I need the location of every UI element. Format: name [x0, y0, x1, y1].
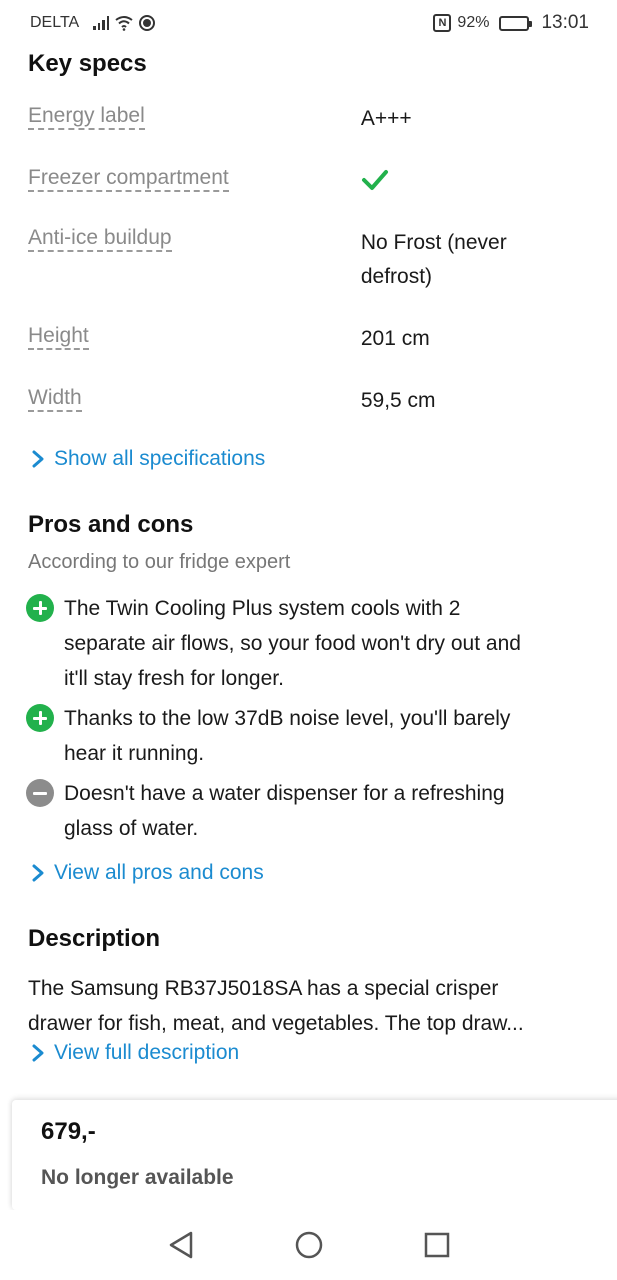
recents-button[interactable] [421, 1229, 453, 1261]
wifi-icon [115, 16, 133, 31]
spec-value-anti-ice: No Frost (never defrost) [361, 226, 588, 294]
spec-label-text[interactable]: Height [28, 324, 89, 350]
con-text-line: glass of water. [64, 817, 199, 840]
view-all-pros-cons-label[interactable]: View all pros and cons [54, 861, 264, 885]
con-item: Doesn't have a water dispenser for a ref… [26, 776, 596, 846]
recents-square-icon [424, 1232, 449, 1258]
spec-label-text[interactable]: Anti-ice buildup [28, 226, 172, 252]
spec-label-height[interactable]: Height [28, 324, 361, 354]
spec-label-width[interactable]: Width [28, 386, 361, 416]
description-line: drawer for fish, meat, and vegetables. T… [28, 1012, 524, 1035]
pros-cons-subtitle: According to our fridge expert [28, 551, 291, 573]
home-button[interactable] [293, 1229, 325, 1261]
minus-circle-icon [26, 779, 54, 807]
signal-icon [93, 16, 110, 30]
spec-row-height: Height 201 cm [28, 324, 588, 354]
show-all-specifications-link[interactable]: Show all specifications [30, 447, 265, 471]
back-button[interactable] [165, 1229, 197, 1261]
description-text: The Samsung RB37J5018SA has a special cr… [28, 971, 593, 1041]
clock: 13:01 [541, 12, 589, 33]
pro-text-line: The Twin Cooling Plus system cools with … [64, 597, 461, 620]
pro-text: Thanks to the low 37dB noise level, you'… [64, 701, 510, 771]
key-specs-title: Key specs [28, 50, 147, 77]
pro-text-line: hear it running. [64, 742, 205, 765]
chevron-right-icon [32, 450, 44, 468]
chevron-right-icon [32, 864, 44, 882]
check-icon [361, 170, 388, 190]
plus-circle-icon [26, 704, 54, 732]
spec-value-freezer [361, 166, 588, 205]
con-text: Doesn't have a water dispenser for a ref… [64, 776, 505, 846]
status-bar: DELTA N 92% 13:01 [0, 0, 617, 46]
spec-label-text[interactable]: Width [28, 386, 82, 412]
pro-text-line: Thanks to the low 37dB noise level, you'… [64, 707, 511, 730]
back-triangle-icon [169, 1231, 192, 1259]
plus-circle-icon [26, 594, 54, 622]
record-icon [139, 15, 156, 31]
battery-percent: 92% [457, 14, 490, 31]
chevron-right-icon [32, 1044, 44, 1062]
spec-value-height: 201 cm [360, 327, 430, 350]
pro-text-line: it'll stay fresh for longer. [64, 667, 284, 690]
carrier-label: DELTA [30, 14, 80, 31]
status-right: N 92% 13:01 [433, 12, 589, 34]
pro-item: Thanks to the low 37dB noise level, you'… [26, 701, 596, 771]
spec-value-line: No Frost (never [360, 231, 507, 254]
spec-label-text[interactable]: Freezer compartment [28, 166, 229, 192]
description-line: The Samsung RB37J5018SA has a special cr… [28, 977, 499, 1000]
spec-row-freezer: Freezer compartment [28, 166, 588, 205]
spec-label-text[interactable]: Energy label [28, 104, 145, 130]
pros-cons-title: Pros and cons [28, 511, 194, 538]
price-card: 679,- No longer available [12, 1100, 617, 1210]
spec-label-energy[interactable]: Energy label [28, 104, 361, 134]
show-all-specifications-label[interactable]: Show all specifications [54, 447, 265, 471]
description-title: Description [28, 925, 161, 952]
spec-label-anti-ice[interactable]: Anti-ice buildup [28, 226, 361, 294]
view-full-description-link[interactable]: View full description [30, 1041, 239, 1065]
spec-row-energy: Energy label A+++ [28, 104, 588, 134]
spec-label-freezer[interactable]: Freezer compartment [28, 166, 361, 205]
pro-item: The Twin Cooling Plus system cools with … [26, 591, 596, 696]
spec-value-energy: A+++ [360, 107, 412, 130]
availability-status: No longer available [41, 1166, 234, 1189]
status-left: DELTA [30, 14, 156, 32]
spec-row-width: Width 59,5 cm [28, 386, 588, 416]
spec-value-line: defrost) [360, 265, 433, 288]
pro-text: The Twin Cooling Plus system cools with … [64, 591, 521, 696]
battery-icon [499, 15, 533, 31]
con-text-line: Doesn't have a water dispenser for a ref… [64, 782, 505, 805]
view-all-pros-cons-link[interactable]: View all pros and cons [30, 861, 264, 885]
pro-text-line: separate air flows, so your food won't d… [64, 632, 521, 655]
spec-value-width: 59,5 cm [360, 389, 436, 412]
home-circle-icon [295, 1231, 322, 1259]
view-full-description-label[interactable]: View full description [54, 1041, 239, 1065]
spec-row-anti-ice: Anti-ice buildup No Frost (never defrost… [28, 226, 588, 294]
price: 679,- [41, 1118, 96, 1145]
system-nav-bar [0, 1210, 617, 1280]
nfc-icon: N [433, 14, 452, 32]
